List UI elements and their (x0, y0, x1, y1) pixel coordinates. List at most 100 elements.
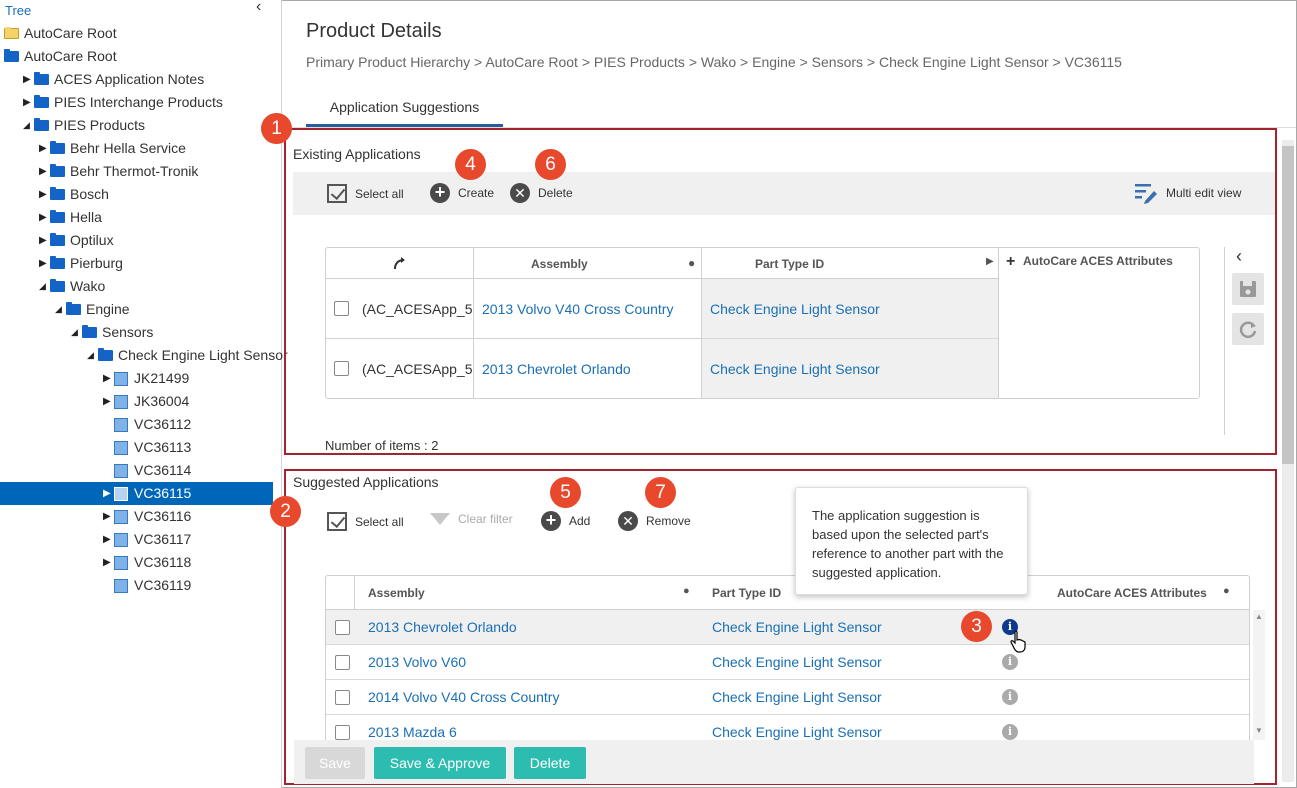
part-type-link[interactable]: Check Engine Light Sensor (712, 689, 882, 705)
tree-node[interactable]: ◢ Engine (0, 298, 280, 321)
part-type-link[interactable]: Check Engine Light Sensor (710, 361, 880, 377)
save-icon-button[interactable] (1232, 273, 1264, 305)
assembly-link[interactable]: 2013 Chevrolet Orlando (368, 619, 517, 635)
caret-right-icon[interactable]: ▶ (103, 482, 111, 505)
scroll-up-icon[interactable]: ▲ (1255, 612, 1263, 621)
row-checkbox[interactable] (334, 361, 349, 376)
chevron-left-icon[interactable]: ‹ (1236, 246, 1242, 267)
caret-right-icon[interactable]: ▶ (103, 551, 111, 574)
info-icon[interactable]: i (1002, 654, 1018, 670)
tree-node[interactable]: VC36112 (0, 413, 280, 436)
folder-icon (66, 302, 81, 315)
part-type-link[interactable]: Check Engine Light Sensor (710, 301, 880, 317)
tree-node[interactable]: ▶ VC36117 (0, 528, 280, 551)
remove-button[interactable]: ✕ Remove (618, 511, 691, 531)
caret-right-icon[interactable]: ▶ (23, 91, 31, 114)
column-menu-icon[interactable]: ● (1223, 585, 1230, 597)
tree-node[interactable]: ▶ Behr Hella Service (0, 137, 280, 160)
create-button[interactable]: + Create (430, 183, 494, 203)
tree-node[interactable]: ▶ VC36115 (0, 482, 273, 505)
column-menu-icon[interactable]: ● (683, 585, 690, 597)
col-header-part-type[interactable]: Part Type ID (712, 586, 781, 600)
tree-node[interactable]: VC36119 (0, 574, 280, 597)
delete-button[interactable]: ✕ Delete (510, 183, 573, 203)
breadcrumb[interactable]: Primary Product Hierarchy > AutoCare Roo… (306, 54, 1122, 70)
col-header-assembly[interactable]: Assembly (531, 257, 588, 271)
refresh-icon-button[interactable] (1232, 313, 1264, 345)
column-expand-icon[interactable]: ▶ (986, 256, 994, 267)
select-all-button[interactable]: Select all (327, 184, 404, 203)
table-scrollbar[interactable] (1253, 610, 1265, 740)
caret-right-icon[interactable]: ▶ (103, 390, 111, 413)
caret-down-icon[interactable]: ◢ (55, 298, 62, 321)
select-all-button[interactable]: Select all (327, 512, 404, 531)
tree-node[interactable]: ▶ JK21499 (0, 367, 280, 390)
multi-edit-view-button[interactable]: Multi edit view (1134, 182, 1241, 204)
save-approve-button[interactable]: Save & Approve (374, 747, 506, 779)
assembly-link[interactable]: 2013 Volvo V40 Cross Country (482, 301, 673, 317)
tree-node[interactable]: ▶ PIES Interchange Products (0, 91, 280, 114)
caret-right-icon[interactable]: ▶ (103, 367, 111, 390)
tree-node[interactable]: ▶ Pierburg (0, 252, 280, 275)
col-header-part-type[interactable]: Part Type ID (755, 257, 824, 271)
clear-filter-button[interactable]: Clear filter (430, 512, 513, 526)
row-checkbox[interactable] (335, 620, 350, 635)
tree-node[interactable]: AutoCare Root (0, 22, 280, 45)
assembly-link[interactable]: 2014 Volvo V40 Cross Country (368, 689, 559, 705)
page-scrollbar-thumb[interactable] (1282, 146, 1294, 464)
caret-right-icon[interactable]: ▶ (39, 183, 47, 206)
tree-node[interactable]: ▶ VC36116 (0, 505, 280, 528)
tree-node[interactable]: ▶ JK36004 (0, 390, 280, 413)
caret-down-icon[interactable]: ◢ (87, 344, 94, 367)
tooltip: The application suggestion is based upon… (795, 487, 1028, 595)
caret-right-icon[interactable]: ▶ (103, 528, 111, 551)
tree-node[interactable]: VC36114 (0, 459, 280, 482)
info-icon[interactable]: i (1002, 689, 1018, 705)
caret-right-icon[interactable]: ▶ (23, 68, 31, 91)
caret-right-icon[interactable]: ▶ (39, 160, 47, 183)
chevron-left-icon[interactable]: ‹ (256, 0, 261, 16)
row-checkbox[interactable] (334, 301, 349, 316)
caret-down-icon[interactable]: ◢ (71, 321, 78, 344)
caret-right-icon[interactable]: ▶ (103, 505, 111, 528)
info-icon[interactable]: i (1002, 724, 1018, 740)
caret-right-icon[interactable]: ▶ (39, 252, 47, 275)
tree-node[interactable]: ▶ Optilux (0, 229, 280, 252)
part-type-link[interactable]: Check Engine Light Sensor (712, 654, 882, 670)
caret-down-icon[interactable]: ◢ (39, 275, 46, 298)
folder-icon (50, 256, 65, 269)
caret-down-icon[interactable]: ◢ (23, 114, 30, 137)
tab-application-suggestions[interactable]: Application Suggestions (306, 96, 503, 127)
save-button[interactable]: Save (305, 747, 365, 779)
tree-node[interactable]: ▶ Hella (0, 206, 280, 229)
assembly-link[interactable]: 2013 Volvo V60 (368, 654, 466, 670)
tree-node-label: VC36116 (134, 508, 192, 524)
part-type-link[interactable]: Check Engine Light Sensor (712, 724, 882, 740)
tree-node[interactable]: ◢ PIES Products (0, 114, 280, 137)
col-header-assembly[interactable]: Assembly (368, 586, 425, 600)
tree-node[interactable]: ◢ Check Engine Light Sensor (0, 344, 288, 367)
row-checkbox[interactable] (335, 725, 350, 740)
row-checkbox[interactable] (335, 655, 350, 670)
tree-node[interactable]: ▶ ACES Application Notes (0, 68, 280, 91)
add-button[interactable]: + Add (541, 511, 590, 531)
tree-node[interactable]: ▶ VC36118 (0, 551, 280, 574)
tree-node[interactable]: ▶ Bosch (0, 183, 280, 206)
delete-button[interactable]: Delete (514, 747, 586, 779)
product-cube-icon (114, 510, 128, 524)
plus-icon[interactable]: + (1006, 253, 1015, 271)
part-type-link[interactable]: Check Engine Light Sensor (712, 619, 882, 635)
tree-node[interactable]: ◢ Wako (0, 275, 280, 298)
assembly-link[interactable]: 2013 Chevrolet Orlando (482, 361, 631, 377)
tree-node[interactable]: VC36113 (0, 436, 280, 459)
tree-node[interactable]: AutoCare Root (0, 45, 280, 68)
row-checkbox[interactable] (335, 690, 350, 705)
tree-node[interactable]: ▶ Behr Thermot-Tronik (0, 160, 280, 183)
caret-right-icon[interactable]: ▶ (39, 229, 47, 252)
assembly-link[interactable]: 2013 Mazda 6 (368, 724, 457, 740)
column-menu-icon[interactable]: ● (688, 256, 695, 270)
caret-right-icon[interactable]: ▶ (39, 137, 47, 160)
caret-right-icon[interactable]: ▶ (39, 206, 47, 229)
scroll-down-icon[interactable]: ▼ (1255, 726, 1263, 735)
tree-node[interactable]: ◢ Sensors (0, 321, 280, 344)
